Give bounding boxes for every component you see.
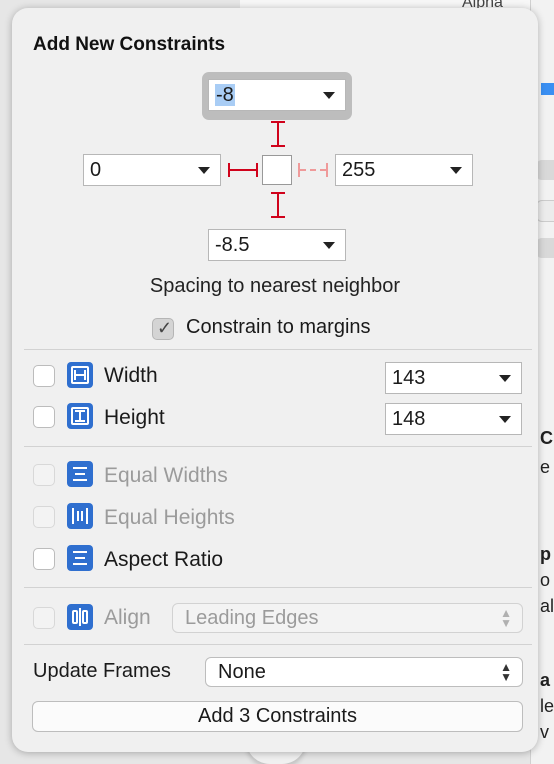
top-strut-cap bbox=[271, 145, 285, 147]
checkmark-icon: ✓ bbox=[157, 318, 173, 338]
view-square bbox=[262, 155, 292, 185]
align-value: Leading Edges bbox=[185, 606, 319, 629]
height-value-combo[interactable]: 148 bbox=[385, 403, 522, 435]
popover-title: Add New Constraints bbox=[33, 34, 226, 55]
chevron-down-icon[interactable] bbox=[323, 241, 335, 249]
align-label: Align bbox=[104, 606, 151, 629]
update-frames-popup[interactable]: None ▲ ▼ bbox=[205, 657, 523, 687]
height-value: 148 bbox=[392, 407, 426, 430]
update-frames-value: None bbox=[218, 660, 266, 683]
height-checkbox[interactable] bbox=[33, 406, 55, 428]
height-label: Height bbox=[104, 406, 165, 429]
inspector-control-fragment bbox=[536, 160, 554, 180]
width-constraint-icon bbox=[67, 362, 93, 388]
update-frames-label: Update Frames bbox=[33, 660, 171, 682]
inspector-text-fragment: o bbox=[540, 570, 551, 590]
chevron-down-icon[interactable] bbox=[323, 91, 335, 99]
align-popup[interactable]: Leading Edges ▲ ▼ bbox=[172, 603, 523, 633]
bottom-strut-cap bbox=[271, 216, 285, 218]
left-strut[interactable] bbox=[228, 169, 258, 171]
align-icon bbox=[67, 604, 93, 630]
up-down-chevron-icon: ▲ ▼ bbox=[500, 660, 512, 684]
chevron-down-icon[interactable] bbox=[198, 166, 210, 174]
chevron-down-icon[interactable] bbox=[499, 374, 511, 382]
divider bbox=[24, 446, 532, 447]
divider bbox=[24, 644, 532, 645]
bottom-strut[interactable] bbox=[277, 192, 279, 218]
left-strut-cap bbox=[256, 163, 258, 177]
width-value: 143 bbox=[392, 366, 426, 389]
aspect-ratio-label: Aspect Ratio bbox=[104, 548, 224, 571]
top-spacing-combo[interactable]: -8 bbox=[208, 79, 346, 111]
inspector-text-fragment: p bbox=[540, 544, 551, 564]
equal-widths-checkbox[interactable] bbox=[33, 464, 55, 486]
inspector-text-fragment: al bbox=[540, 596, 554, 616]
divider bbox=[24, 349, 532, 350]
width-checkbox[interactable] bbox=[33, 365, 55, 387]
inspector-text-fragment: a bbox=[540, 670, 551, 690]
constrain-margins-label: Constrain to margins bbox=[186, 316, 371, 338]
equal-heights-checkbox[interactable] bbox=[33, 506, 55, 528]
top-spacing-value: -8 bbox=[215, 83, 235, 106]
width-label: Width bbox=[104, 364, 158, 387]
right-strut-cap bbox=[326, 163, 328, 177]
chevron-down-icon[interactable] bbox=[499, 415, 511, 423]
add-constraints-button[interactable]: Add 3 Constraints bbox=[32, 701, 523, 732]
left-spacing-combo[interactable]: 0 bbox=[83, 154, 221, 186]
bottom-spacing-combo[interactable]: -8.5 bbox=[208, 229, 346, 261]
equal-widths-icon bbox=[67, 461, 93, 487]
divider bbox=[24, 587, 532, 588]
top-strut[interactable] bbox=[277, 121, 279, 147]
width-value-combo[interactable]: 143 bbox=[385, 362, 522, 394]
inspector-text-fragment: v bbox=[540, 722, 549, 742]
right-strut[interactable] bbox=[300, 169, 326, 171]
spacing-caption: Spacing to nearest neighbor bbox=[149, 275, 401, 297]
align-checkbox[interactable] bbox=[33, 607, 55, 629]
aspect-ratio-checkbox[interactable] bbox=[33, 548, 55, 570]
aspect-ratio-icon bbox=[67, 545, 93, 571]
equal-widths-label: Equal Widths bbox=[104, 464, 228, 487]
up-down-chevron-icon: ▲ ▼ bbox=[500, 606, 512, 630]
height-constraint-icon bbox=[67, 403, 93, 429]
inspector-text-fragment: C bbox=[540, 428, 553, 448]
equal-heights-icon bbox=[67, 503, 93, 529]
inspector-control-fragment bbox=[536, 200, 554, 222]
constrain-margins-checkbox[interactable]: ✓ bbox=[152, 318, 174, 340]
right-spacing-value: 255 bbox=[342, 158, 376, 181]
inspector-text-fragment: e bbox=[540, 457, 551, 477]
chevron-down-icon[interactable] bbox=[450, 166, 462, 174]
inspector-text-fragment: le bbox=[540, 696, 554, 716]
right-spacing-combo[interactable]: 255 bbox=[335, 154, 473, 186]
color-well-fragment bbox=[541, 83, 554, 95]
equal-heights-label: Equal Heights bbox=[104, 506, 235, 529]
bottom-spacing-value: -8.5 bbox=[215, 233, 250, 256]
inspector-control-fragment bbox=[536, 238, 554, 258]
left-spacing-value: 0 bbox=[90, 158, 102, 181]
